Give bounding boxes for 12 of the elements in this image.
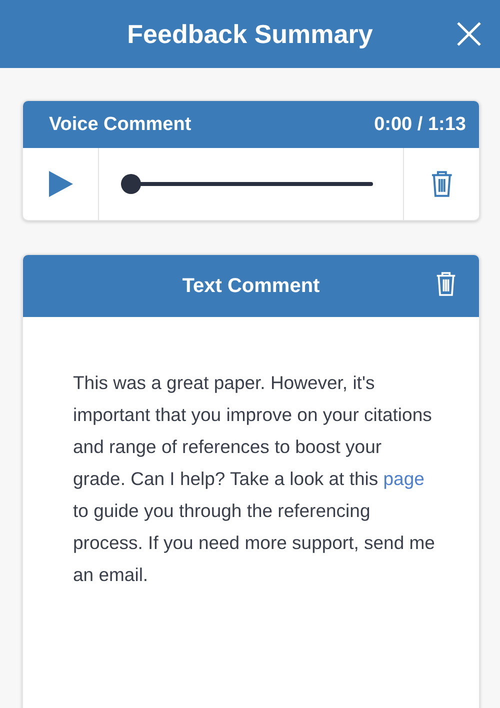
- window-title: Feedback Summary: [127, 18, 373, 50]
- trash-icon: [435, 271, 457, 297]
- trash-icon: [430, 170, 454, 198]
- card-title: Voice Comment: [49, 114, 192, 136]
- play-button[interactable]: [48, 170, 74, 198]
- delete-button[interactable]: [430, 170, 454, 198]
- page-link[interactable]: page: [383, 468, 424, 489]
- time-reading: 0:00 / 1:13: [374, 114, 466, 136]
- play-icon: [48, 170, 74, 198]
- card-title: Text Comment: [182, 274, 320, 298]
- slider-handle[interactable]: [121, 174, 141, 194]
- comment-text: This was a great paper. However, it's important that you improve on your citations and range of references to boost your grade. Can I help? Take a look at this page to guide you through the referencing process. If you need more support, send me an email.: [73, 371, 436, 587]
